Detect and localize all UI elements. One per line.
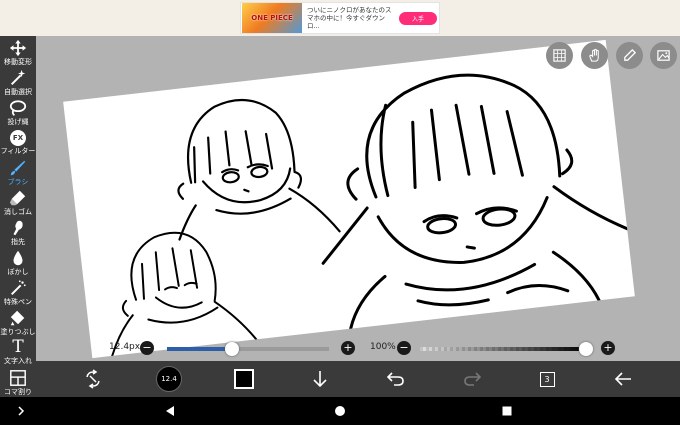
sketch-artwork [111,73,629,357]
chevron-right-icon[interactable] [14,404,28,418]
undo-button[interactable] [383,366,409,392]
opacity-slider[interactable] [420,342,593,356]
image-button[interactable] [650,42,677,69]
opacity-plus-button[interactable]: + [601,341,615,355]
text-icon: T [12,337,24,357]
brush-size-value: 12.4px [109,342,141,352]
layers-button[interactable]: 3 [534,366,560,392]
brush-size-slider-fill [167,347,232,351]
hand-pan-button[interactable] [581,42,608,69]
ibispaint-app: ONE PIECE ついにニノクロがあなたのスマホの中に！今すぐダウンロ... … [0,0,680,425]
tool-options-button[interactable] [80,366,106,392]
rotate-arrows-icon [86,369,100,389]
ad-text[interactable]: ついにニノクロがあなたのスマホの中に！今すぐダウンロ... [307,6,395,30]
brush-size-slider-thumb[interactable] [224,342,239,356]
ad-banner[interactable]: ONE PIECE ついにニノクロがあなたのスマホの中に！今すぐダウンロ... … [240,2,440,34]
drawing-canvas[interactable] [63,39,635,359]
download-button[interactable] [307,366,333,392]
lasso-icon [9,100,27,116]
eraser-icon [9,190,26,206]
tool-label: 文字入れ [4,357,32,365]
opacity-value: 100% [370,342,396,352]
move-arrows-icon [9,39,27,57]
layer-visibility-button[interactable] [546,42,573,69]
eyedropper-icon [624,48,637,61]
eyedropper-button[interactable] [616,42,643,69]
frame-divider-icon [10,370,26,386]
redo-icon [464,372,482,386]
color-swatch [234,369,254,389]
undo-icon [386,372,404,386]
image-icon [657,50,670,61]
brush-size-slider[interactable] [167,342,329,356]
blur-drop-icon [13,250,23,266]
opacity-minus-button[interactable]: − [397,341,411,355]
arrow-down-icon [313,371,327,388]
ad-bar: ONE PIECE ついにニノクロがあなたのスマホの中に！今すぐダウンロ... … [0,0,680,36]
layer-count-badge: 3 [539,371,555,387]
tool-label: コマ割り [4,388,32,396]
tool-sidebar: 移動変形 自動選択 投げ縄 FX フィルター ブラシ 消しゴム 指先 ぼかし 特… [0,36,36,397]
hand-icon [589,48,599,62]
brush-preview-button[interactable]: 12.4 [156,366,182,392]
brush-icon [10,160,26,176]
redo-button[interactable] [459,366,485,392]
layer-visibility-icon [553,49,566,62]
color-button[interactable] [231,366,257,392]
canvas-workspace[interactable] [36,36,680,361]
opacity-slider-thumb[interactable] [579,342,593,356]
nav-home-icon[interactable] [333,404,347,418]
nav-recents-icon[interactable] [500,404,514,418]
brush-size-minus-button[interactable]: − [140,341,154,355]
ad-thumbnail-text: ONE PIECE [251,14,293,22]
fx-icon: FX [10,130,26,146]
opacity-slider-fill [420,347,586,351]
finger-smudge-icon [13,220,23,236]
ad-thumbnail[interactable]: ONE PIECE [242,3,302,33]
system-navigation-bar [0,397,680,425]
nav-back-icon[interactable] [163,404,177,418]
tool-label: フィルター [0,147,36,155]
bottom-action-bar: 12.4 3 [36,361,680,397]
magic-wand-icon [10,69,26,86]
ad-install-button[interactable]: 入手 [399,11,437,25]
special-pen-icon [10,280,26,296]
back-button[interactable] [610,366,636,392]
arrow-left-icon [614,372,631,386]
brush-slider-strip: 12.4px − + 100% − + [36,338,680,360]
brush-size-plus-button[interactable]: + [341,341,355,355]
fill-bucket-icon [10,310,25,326]
